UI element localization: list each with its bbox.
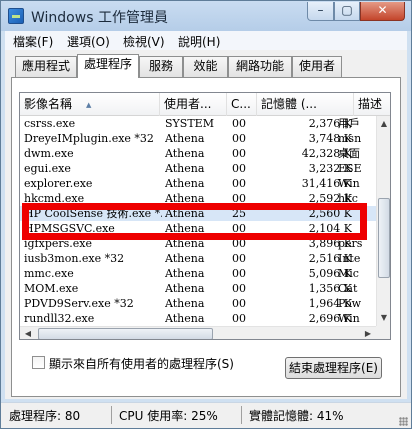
menu-bar: 檔案(F) 選項(O) 檢視(V) 說明(H) (5, 31, 407, 50)
process-name: egui.exe (24, 162, 71, 175)
process-name: PDVD9Serv.exe *32 (24, 297, 134, 310)
process-user: Athena (165, 267, 205, 280)
column-header-row: 影像名稱 ▲ 使用者... C... 記憶體 (... 描述 (20, 93, 390, 116)
show-all-users-label[interactable]: 顯示來自所有使用者的處理程序(S) (49, 355, 234, 372)
column-image-name[interactable]: 影像名稱 ▲ (20, 93, 160, 116)
vertical-scrollbar[interactable]: ▲ ▼ (376, 116, 390, 326)
process-description: Pow (338, 297, 361, 310)
table-row[interactable]: iusb3mon.exe *32 Athena 00 2,516 K Inte (20, 251, 376, 266)
resize-grip-icon[interactable] (399, 417, 408, 426)
menu-options[interactable]: 選項(O) (67, 33, 110, 50)
process-name: iusb3mon.exe *32 (24, 252, 125, 265)
process-name: MOM.exe (24, 282, 79, 295)
process-description: ESE (338, 162, 362, 175)
scroll-up-icon[interactable]: ▲ (377, 116, 390, 132)
task-manager-icon (8, 8, 24, 24)
maximize-button[interactable]: ▢ (334, 2, 360, 21)
process-description: Cat (338, 282, 358, 295)
column-cpu[interactable]: C... (227, 93, 257, 116)
process-description: Inte (338, 252, 361, 265)
process-user: Athena (165, 297, 205, 310)
menu-view[interactable]: 檢視(V) (123, 33, 165, 50)
sort-ascending-icon: ▲ (86, 101, 92, 109)
process-user: Athena (165, 177, 205, 190)
process-description: Win (338, 312, 360, 325)
process-user: Athena (165, 282, 205, 295)
status-memory-usage: 實體記憶體: 41% (249, 409, 344, 423)
horizontal-scrollbar[interactable]: ◀ ▶ (20, 326, 376, 339)
process-cpu: 00 (232, 177, 246, 190)
process-user: Athena (165, 252, 205, 265)
table-row[interactable]: explorer.exe Athena 00 31,416 K Win (20, 176, 376, 191)
process-name: DreyeIMplugin.exe *32 (24, 132, 154, 145)
process-cpu: 00 (232, 282, 246, 295)
process-user: Athena (165, 312, 205, 325)
menu-help[interactable]: 說明(H) (178, 33, 220, 50)
scroll-left-icon[interactable]: ◀ (20, 327, 36, 339)
status-bar: 處理程序: 80 CPU 使用率: 25% 實體記憶體: 41% (1, 402, 411, 428)
table-row[interactable]: dwm.exe Athena 00 42,328 K 桌面 (20, 146, 376, 161)
process-user: Athena (165, 162, 205, 175)
process-cpu: 00 (232, 162, 246, 175)
scrollbar-corner (376, 326, 390, 339)
process-description: 桌面 (338, 147, 360, 160)
vertical-scroll-thumb[interactable] (378, 198, 390, 278)
table-row[interactable]: mmc.exe Athena 00 5,096 K Mic (20, 266, 376, 281)
process-cpu: 00 (232, 132, 246, 145)
tab-services[interactable]: 服務 (139, 56, 183, 77)
process-description: msn (338, 132, 362, 145)
task-manager-window: Windows 工作管理員 – ▢ ✕ 檔案(F) 選項(O) 檢視(V) 說明… (0, 0, 412, 429)
window-title: Windows 工作管理員 (31, 10, 168, 26)
column-image-name-label: 影像名稱 (24, 97, 73, 111)
process-cpu: 00 (232, 117, 246, 130)
process-cpu: 00 (232, 312, 246, 325)
status-divider (111, 406, 112, 424)
tab-performance[interactable]: 效能 (183, 56, 228, 77)
process-description: Win (338, 177, 360, 190)
column-user-name[interactable]: 使用者... (160, 93, 227, 116)
minimize-button[interactable]: – (307, 2, 334, 21)
show-all-users-checkbox[interactable] (32, 356, 45, 369)
end-process-button[interactable]: 結束處理程序(E) (285, 357, 382, 379)
process-name: csrss.exe (24, 117, 76, 130)
status-process-count: 處理程序: 80 (9, 409, 81, 423)
scroll-down-icon[interactable]: ▼ (377, 310, 390, 326)
tab-processes[interactable]: 處理程序 (77, 54, 139, 78)
process-user: Athena (165, 147, 205, 160)
process-user: Athena (165, 132, 205, 145)
column-description[interactable]: 描述 (354, 93, 390, 116)
scroll-right-icon[interactable]: ▶ (360, 327, 376, 339)
table-row[interactable]: csrss.exe SYSTEM 00 2,376 K 用戶 (20, 116, 376, 131)
table-row[interactable]: egui.exe Athena 00 3,232 K ESE (20, 161, 376, 176)
tab-users[interactable]: 使用者 (292, 56, 342, 77)
process-name: rundll32.exe (24, 312, 95, 325)
column-memory[interactable]: 記憶體 (... (257, 93, 354, 116)
tab-applications[interactable]: 應用程式 (15, 56, 77, 77)
process-cpu: 00 (232, 267, 246, 280)
process-name: mmc.exe (24, 267, 74, 280)
status-cpu-usage: CPU 使用率: 25% (119, 409, 218, 423)
title-bar[interactable]: Windows 工作管理員 – ▢ ✕ (1, 1, 411, 31)
table-row[interactable]: rundll32.exe Athena 00 2,696 K Win (20, 311, 376, 326)
tab-networking[interactable]: 網路功能 (228, 56, 292, 77)
table-row[interactable]: MOM.exe Athena 00 1,356 K Cat (20, 281, 376, 296)
close-button[interactable]: ✕ (360, 2, 405, 21)
process-description: Mic (338, 267, 359, 280)
status-divider (241, 406, 242, 424)
menu-file[interactable]: 檔案(F) (13, 33, 53, 50)
table-row[interactable]: PDVD9Serv.exe *32 Athena 00 1,964 K Pow (20, 296, 376, 311)
red-highlight-annotation (22, 203, 367, 240)
process-description: 用戶 (338, 117, 360, 130)
process-cpu: 00 (232, 297, 246, 310)
table-row[interactable]: DreyeIMplugin.exe *32 Athena 00 3,748 K … (20, 131, 376, 146)
process-user: SYSTEM (165, 117, 214, 130)
horizontal-scroll-thumb[interactable] (38, 328, 213, 339)
process-name: explorer.exe (24, 177, 93, 190)
process-cpu: 00 (232, 252, 246, 265)
process-cpu: 00 (232, 147, 246, 160)
process-name: dwm.exe (24, 147, 74, 160)
